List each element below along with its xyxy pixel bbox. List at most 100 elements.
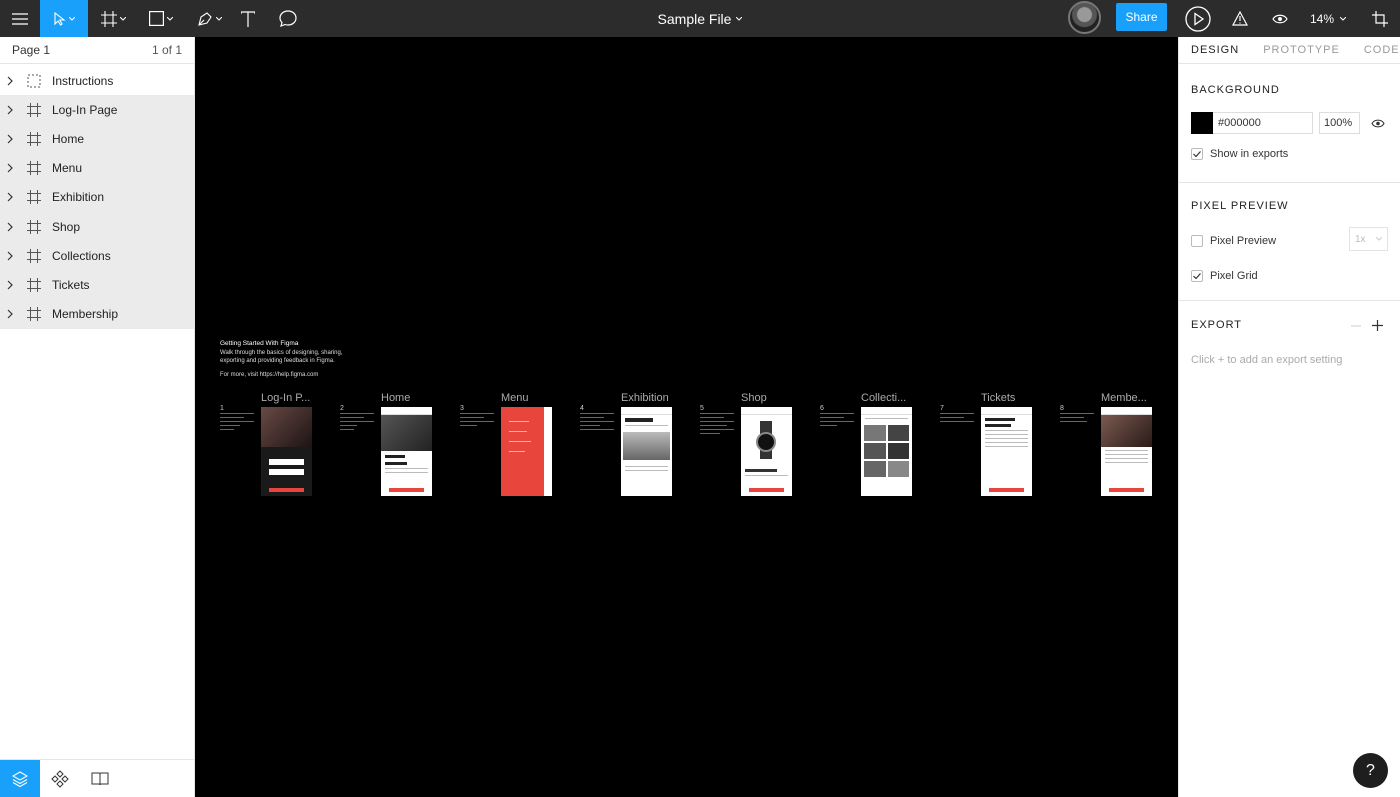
team-library-tab-button[interactable] [80, 760, 120, 797]
step-number: 6 [820, 405, 824, 412]
layer-menu[interactable]: Menu [0, 153, 194, 183]
chevron-right-icon[interactable] [7, 222, 13, 232]
frame-exhibition[interactable] [621, 407, 672, 496]
background-section: BACKGROUND #000000 100% Show in exports [1179, 64, 1400, 183]
pen-icon [197, 11, 212, 26]
frame-label[interactable]: Shop [741, 392, 767, 404]
intro-title: Getting Started With Figma [220, 340, 299, 347]
frame-collections[interactable] [861, 407, 912, 496]
file-title[interactable]: Sample File [658, 11, 732, 27]
pixel-preview-section: PIXEL PREVIEW Pixel Preview 1x Pixel Gri… [1179, 183, 1400, 301]
frame-label[interactable]: Tickets [981, 392, 1015, 404]
main-menu-button[interactable] [0, 0, 40, 37]
frame-label[interactable]: Collecti... [861, 392, 906, 404]
frame-tickets[interactable] [981, 407, 1032, 496]
layers-tab-button[interactable] [0, 760, 40, 797]
layer-tickets[interactable]: Tickets [0, 270, 194, 300]
crop-icon [1372, 10, 1388, 27]
canvas[interactable]: Getting Started With Figma Walk through … [196, 37, 1178, 797]
frame-log-in-page[interactable] [261, 407, 312, 496]
chevron-right-icon[interactable] [7, 192, 13, 202]
chevron-down-icon [167, 16, 173, 21]
comment-tool-button[interactable] [274, 0, 302, 37]
zoom-control[interactable]: 14% [1310, 0, 1347, 37]
eye-icon[interactable] [1371, 119, 1385, 128]
panel-tabs: DESIGN PROTOTYPE CODE [1179, 37, 1400, 64]
pixel-preview-row[interactable]: Pixel Preview [1191, 235, 1276, 247]
chevron-down-icon [736, 16, 743, 21]
frame-tool-button[interactable] [92, 0, 134, 37]
present-button[interactable] [1184, 0, 1212, 37]
pen-tool-button[interactable] [188, 0, 230, 37]
frame-shop[interactable] [741, 407, 792, 496]
show-in-exports-checkbox[interactable] [1191, 148, 1203, 160]
chevron-right-icon[interactable] [7, 105, 13, 115]
step-note [580, 413, 614, 433]
frame-home[interactable] [381, 407, 432, 496]
frame-membership[interactable] [1101, 407, 1152, 496]
layer-label: Shop [52, 219, 81, 234]
frame-icon [27, 277, 41, 292]
frame-icon [27, 307, 41, 322]
group-icon [27, 74, 41, 88]
intro-line: Walk through the basics of designing, sh… [220, 350, 343, 356]
frame-icon [27, 131, 41, 146]
view-button[interactable] [1268, 0, 1292, 37]
text-tool-button[interactable] [234, 0, 262, 37]
pixel-preview-scale-select[interactable]: 1x [1349, 227, 1388, 251]
layer-log-in-page[interactable]: Log-In Page [0, 95, 194, 125]
chevron-right-icon[interactable] [7, 251, 13, 261]
layer-instructions[interactable]: Instructions [0, 66, 194, 95]
chevron-right-icon[interactable] [7, 76, 13, 86]
layer-shop[interactable]: Shop [0, 211, 194, 242]
layer-exhibition[interactable]: Exhibition [0, 182, 194, 212]
opacity-input[interactable]: 100% [1319, 112, 1360, 134]
pixel-preview-checkbox[interactable] [1191, 235, 1203, 247]
chevron-right-icon[interactable] [7, 134, 13, 144]
chevron-right-icon[interactable] [7, 309, 13, 319]
step-note [460, 413, 494, 429]
layer-membership[interactable]: Membership [0, 299, 194, 329]
hex-input[interactable]: #000000 [1213, 112, 1313, 134]
color-swatch[interactable] [1191, 112, 1213, 134]
rectangle-icon [149, 11, 164, 26]
pixel-grid-row[interactable]: Pixel Grid [1191, 270, 1258, 282]
plus-icon[interactable] [1372, 320, 1383, 331]
share-button[interactable]: Share [1116, 3, 1167, 31]
instructions-text[interactable]: Getting Started With Figma Walk through … [220, 340, 343, 379]
minus-icon[interactable] [1351, 325, 1361, 327]
chevron-right-icon[interactable] [7, 163, 13, 173]
frame-icon [27, 102, 41, 117]
pixel-grid-checkbox[interactable] [1191, 270, 1203, 282]
resize-button[interactable] [1368, 0, 1392, 37]
step-note [340, 413, 374, 433]
page-selector[interactable]: Page 1 1 of 1 [0, 37, 194, 64]
layer-collections[interactable]: Collections [0, 241, 194, 271]
tab-code[interactable]: CODE [1352, 44, 1400, 56]
show-in-exports-row[interactable]: Show in exports [1191, 148, 1288, 160]
help-button[interactable]: ? [1353, 753, 1388, 788]
shape-tool-button[interactable] [140, 0, 182, 37]
frame-menu[interactable] [501, 407, 552, 496]
chevron-right-icon[interactable] [7, 280, 13, 290]
intro-link: For more, visit https://help.figma.com [220, 372, 319, 378]
avatar[interactable] [1068, 1, 1101, 34]
move-tool-button[interactable] [40, 0, 88, 37]
components-tab-button[interactable] [40, 760, 80, 797]
export-section: EXPORT Click + to add an export setting [1179, 301, 1400, 401]
frame-label[interactable]: Membe... [1101, 392, 1147, 404]
tab-prototype[interactable]: PROTOTYPE [1251, 44, 1352, 56]
tab-design[interactable]: DESIGN [1179, 44, 1251, 56]
layer-label: Instructions [52, 73, 114, 88]
warning-button[interactable] [1228, 0, 1252, 37]
chevron-down-icon [1376, 237, 1382, 241]
frame-label[interactable]: Menu [501, 392, 529, 404]
chevron-down-icon [215, 16, 222, 21]
frame-label[interactable]: Exhibition [621, 392, 669, 404]
step-note [940, 413, 974, 425]
layer-label: Home [52, 131, 85, 146]
layer-home[interactable]: Home [0, 124, 194, 154]
pixel-grid-label: Pixel Grid [1210, 270, 1258, 282]
frame-label[interactable]: Log-In P... [261, 392, 310, 404]
frame-label[interactable]: Home [381, 392, 410, 404]
